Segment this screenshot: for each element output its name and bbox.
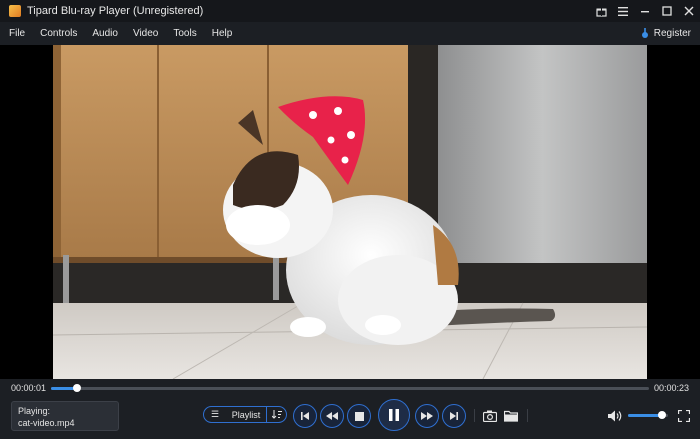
- fullscreen-button[interactable]: [676, 408, 692, 424]
- app-logo-icon: [9, 5, 21, 17]
- now-playing-box: Playing: cat-video.mp4: [11, 401, 119, 431]
- key-icon: [641, 28, 648, 38]
- player-window: Tipard Blu-ray Player (Unregistered) Fil…: [0, 0, 700, 439]
- current-time: 00:00:01: [11, 383, 47, 393]
- folder-icon: [504, 410, 518, 422]
- menu-tools[interactable]: Tools: [167, 22, 202, 45]
- playlist-button[interactable]: ☰ Playlist: [203, 406, 287, 423]
- next-icon: [450, 412, 458, 420]
- sort-icon[interactable]: [266, 407, 286, 422]
- playlist-label: Playlist: [231, 409, 261, 420]
- total-time: 00:00:23: [653, 383, 689, 393]
- register-button[interactable]: Register: [641, 22, 691, 45]
- minimize-icon[interactable]: [634, 0, 656, 22]
- divider: [474, 409, 475, 422]
- close-icon[interactable]: [678, 0, 700, 22]
- gift-icon[interactable]: [590, 0, 612, 22]
- previous-button[interactable]: [293, 404, 317, 428]
- camera-icon: [483, 410, 497, 422]
- menu-audio[interactable]: Audio: [86, 22, 124, 45]
- menu-icon[interactable]: [612, 0, 634, 22]
- fast-forward-button[interactable]: [415, 404, 439, 428]
- seek-row: 00:00:01 00:00:23: [0, 379, 700, 398]
- title-bar: Tipard Blu-ray Player (Unregistered): [0, 0, 700, 22]
- window-title: Tipard Blu-ray Player (Unregistered): [27, 5, 204, 17]
- video-area[interactable]: [0, 45, 700, 379]
- menu-video[interactable]: Video: [127, 22, 164, 45]
- pause-icon: [389, 409, 399, 421]
- control-bar: Playing: cat-video.mp4 ☰ Playlist: [0, 398, 700, 439]
- seek-bar[interactable]: [51, 384, 649, 392]
- next-button[interactable]: [442, 404, 466, 428]
- maximize-icon[interactable]: [656, 0, 678, 22]
- previous-icon: [301, 412, 309, 420]
- stop-button[interactable]: [347, 404, 371, 428]
- menu-bar: File Controls Audio Video Tools Help: [0, 22, 700, 45]
- mute-button[interactable]: [607, 408, 623, 424]
- volume-level: [628, 414, 662, 417]
- register-label: Register: [653, 28, 691, 39]
- snapshot-button[interactable]: [482, 408, 498, 424]
- stop-icon: [354, 411, 364, 421]
- volume-handle[interactable]: [658, 411, 666, 419]
- seek-handle[interactable]: [72, 384, 81, 392]
- volume-icon: [608, 410, 622, 422]
- fast-forward-icon: [421, 412, 433, 420]
- video-frame: [53, 45, 647, 379]
- video-image: [53, 45, 647, 379]
- divider: [527, 409, 528, 422]
- open-file-button[interactable]: [503, 408, 519, 424]
- fullscreen-icon: [678, 410, 690, 422]
- rewind-icon: [326, 412, 338, 420]
- pause-button[interactable]: [378, 399, 410, 431]
- now-playing-label: Playing:: [18, 406, 51, 416]
- menu-help[interactable]: Help: [206, 22, 239, 45]
- rewind-button[interactable]: [320, 404, 344, 428]
- now-playing-file: cat-video.mp4: [18, 418, 75, 428]
- menu-file[interactable]: File: [3, 22, 31, 45]
- list-icon: ☰: [210, 409, 220, 419]
- window-controls: [590, 0, 700, 22]
- volume-slider[interactable]: [628, 411, 668, 419]
- menu-controls[interactable]: Controls: [34, 22, 83, 45]
